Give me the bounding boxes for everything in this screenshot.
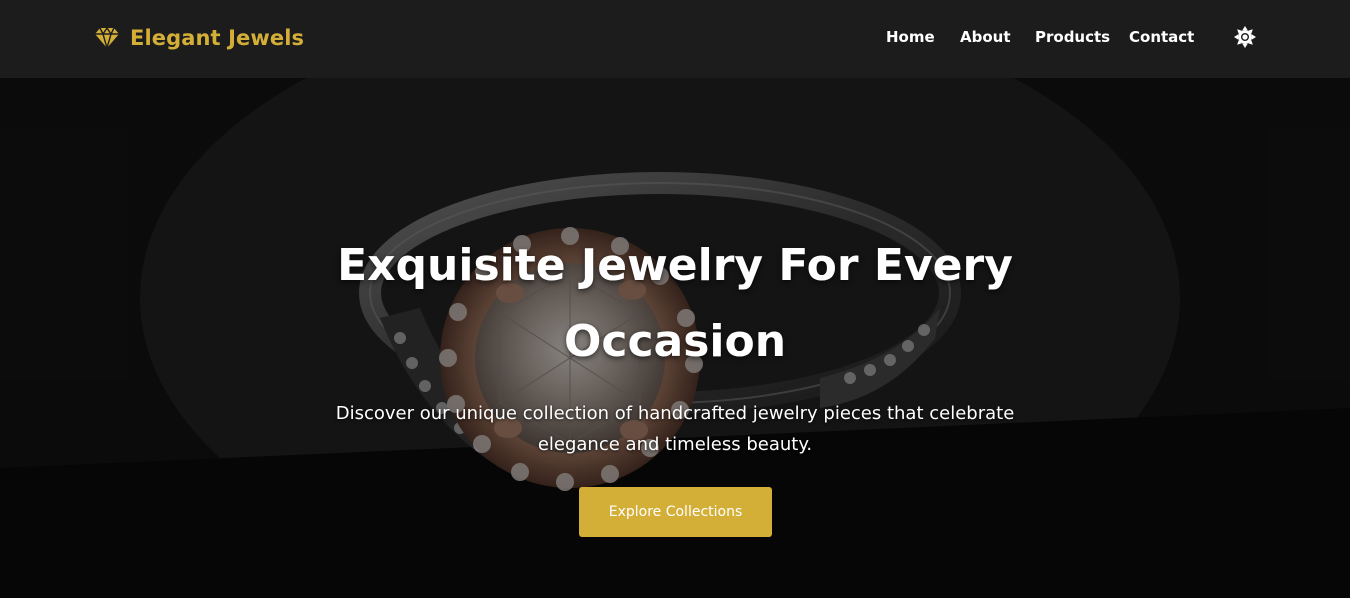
hero-content: Exquisite Jewelry For Every Occasion Dis… (0, 78, 1350, 598)
nav-link-home[interactable]: Home (886, 28, 935, 46)
nav-link-about[interactable]: About (960, 28, 1011, 46)
nav-link-contact[interactable]: Contact (1129, 28, 1194, 46)
nav-link-products[interactable]: Products (1035, 28, 1110, 46)
brand-logo-link[interactable]: Elegant Jewels (94, 26, 304, 50)
navbar: Elegant Jewels Home About Products Conta… (0, 0, 1350, 78)
brand-name: Elegant Jewels (130, 26, 305, 50)
landing-page: Elegant Jewels Home About Products Conta… (0, 0, 1350, 598)
hero-section: Exquisite Jewelry For Every Occasion Dis… (0, 78, 1350, 598)
explore-collections-button[interactable]: Explore Collections (579, 487, 772, 537)
hero-subtitle: Discover our unique collection of handcr… (335, 403, 1015, 455)
theme-toggle-button[interactable] (1234, 26, 1256, 48)
sun-gear-icon (1234, 26, 1256, 48)
hero-title: Exquisite Jewelry For Every Occasion (337, 240, 1013, 367)
gem-icon (95, 27, 119, 49)
